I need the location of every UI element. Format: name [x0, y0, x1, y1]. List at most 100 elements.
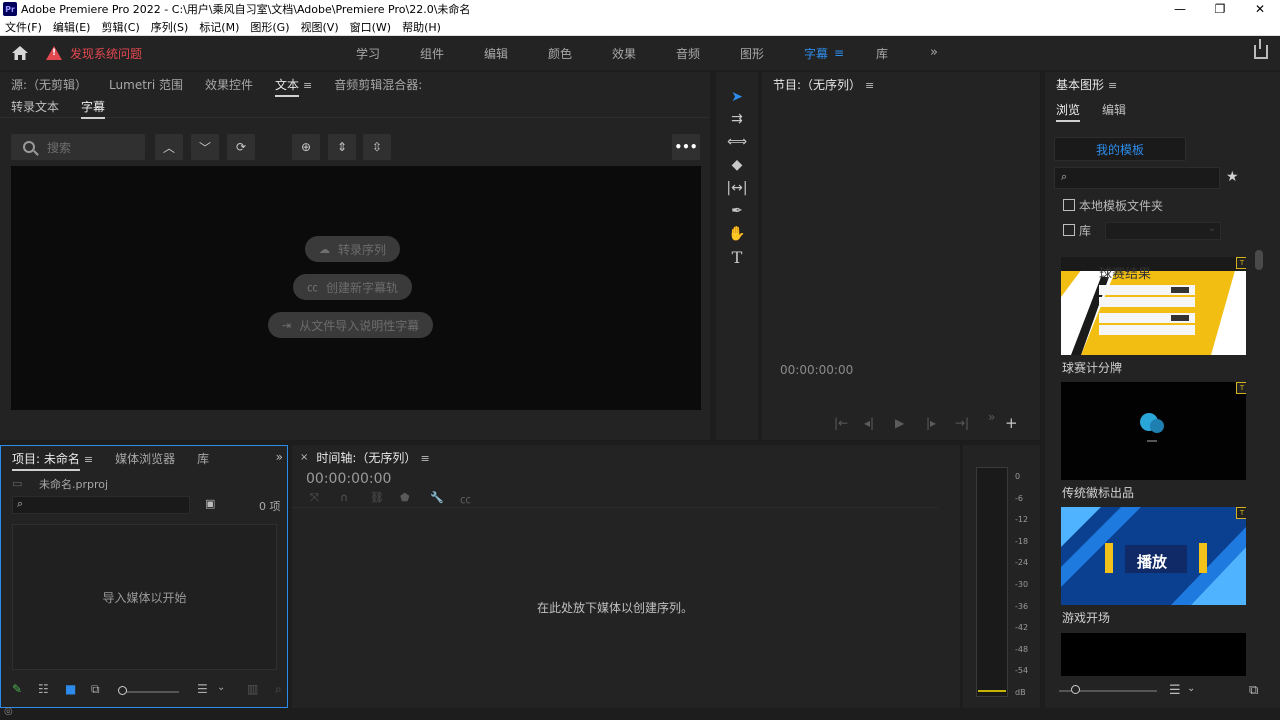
tab-project[interactable]: 项目: 未命名 ≡ [1, 450, 104, 471]
go-to-out-button[interactable]: →| [955, 416, 969, 430]
caption-search-input[interactable]: 搜索 [11, 134, 145, 160]
tab-source[interactable]: 源:（无剪辑） [0, 76, 98, 93]
workspace-more-button[interactable]: » [930, 45, 938, 60]
favorites-star-icon[interactable]: ★ [1226, 169, 1239, 185]
subtab-transcript[interactable]: 转录文本 [0, 98, 70, 115]
subtab-captions[interactable]: 字幕 [70, 98, 116, 119]
tab-timeline[interactable]: 时间轴:（无序列） ≡ [314, 449, 440, 466]
project-drop-area[interactable]: 导入媒体以开始 [12, 524, 277, 670]
ws-tab-assembly[interactable]: 组件 [400, 45, 464, 62]
subtab-edit[interactable]: 编辑 [1091, 101, 1137, 118]
ws-tab-effects[interactable]: 效果 [592, 45, 656, 62]
split-caption-button[interactable]: ⇕ [328, 134, 356, 160]
button-editor[interactable]: + [1005, 414, 1018, 432]
chevron-down-icon[interactable]: ⌄ [1187, 683, 1195, 694]
panel-menu-icon[interactable]: ≡ [865, 79, 874, 92]
step-forward-button[interactable]: |▸ [926, 416, 936, 430]
ws-tab-libraries[interactable]: 库 [850, 45, 914, 62]
freeform-view-icon[interactable]: ⧉ [91, 682, 100, 697]
menu-clip[interactable]: 剪辑(C) [96, 19, 145, 35]
timeline-drop-area[interactable]: 在此处放下媒体以创建序列。 [292, 507, 938, 707]
template-search-input[interactable]: ⌕ [1054, 167, 1220, 189]
template-thumb-logo[interactable]: T [1061, 382, 1246, 480]
pencil-icon[interactable]: ✎ [12, 682, 22, 696]
create-caption-track-button[interactable]: ㏄ 创建新字幕轨 [293, 274, 413, 300]
ws-tab-graphics[interactable]: 图形 [720, 45, 784, 62]
ripple-edit-tool[interactable]: ⟺ [726, 131, 748, 153]
sort-icon[interactable]: ☰ [1169, 683, 1181, 698]
add-caption-button[interactable]: ⊕ [292, 134, 320, 160]
tab-libraries[interactable]: 库 [186, 450, 220, 467]
slip-tool[interactable]: |↔| [726, 177, 748, 199]
ws-tab-audio[interactable]: 音频 [656, 45, 720, 62]
ws-tab-learn[interactable]: 学习 [336, 45, 400, 62]
chevron-down-icon[interactable]: ⌄ [217, 682, 225, 693]
panel-menu-icon[interactable]: ≡ [420, 452, 429, 465]
subtab-browse[interactable]: 浏览 [1045, 101, 1091, 122]
menu-window[interactable]: 窗口(W) [345, 19, 397, 35]
template-thumb-scoreboard[interactable]: 球赛结果 T [1061, 257, 1246, 355]
menu-file[interactable]: 文件(F) [0, 19, 48, 35]
panel-menu-icon[interactable]: ≡ [84, 453, 93, 466]
tab-text[interactable]: 文本 ≡ [264, 76, 323, 97]
home-button[interactable] [0, 36, 40, 70]
nest-icon[interactable]: ⤧ [310, 491, 319, 505]
close-button[interactable]: ✕ [1240, 0, 1280, 18]
track-select-tool[interactable]: ⇉ [726, 108, 748, 130]
import-captions-button[interactable]: ⇥ 从文件导入说明性字幕 [268, 312, 434, 338]
icon-view-icon[interactable]: ■ [65, 682, 76, 696]
sort-icon[interactable]: ☰ [197, 682, 208, 696]
share-icon[interactable] [1254, 39, 1268, 59]
previous-caption-button[interactable]: ︿ [155, 134, 183, 160]
new-search-bin-icon[interactable]: ▣ [205, 497, 215, 510]
more-options-button[interactable]: ••• [672, 134, 700, 160]
tab-audio-clip-mixer[interactable]: 音频剪辑混合器: [323, 76, 433, 93]
chevron-double-right-icon[interactable]: » [276, 450, 283, 464]
ws-tab-editing[interactable]: 编辑 [464, 45, 528, 62]
razor-tool[interactable]: ◆ [726, 154, 748, 176]
zoom-slider-handle[interactable] [118, 686, 127, 695]
template-list-scrollbar[interactable] [1255, 250, 1263, 270]
replace-button[interactable]: ⟳ [227, 134, 255, 160]
linked-selection-icon[interactable]: ⛓ [370, 491, 384, 504]
type-tool[interactable]: T [726, 246, 748, 268]
library-select[interactable]: ⌄ [1105, 222, 1221, 240]
tab-lumetri-scopes[interactable]: Lumetri 范围 [98, 76, 194, 93]
new-layer-icon[interactable]: ⧉ [1249, 683, 1258, 698]
list-view-icon[interactable]: ☷ [38, 682, 49, 696]
step-back-button[interactable]: ◂| [864, 416, 874, 430]
project-search-input[interactable]: ⌕ [12, 496, 190, 514]
workspace-menu-icon[interactable]: ≡ [834, 46, 844, 60]
menu-sequence[interactable]: 序列(S) [146, 19, 195, 35]
template-thumb-game[interactable]: 播放 T [1061, 507, 1246, 605]
panel-menu-icon[interactable]: ≡ [303, 79, 312, 92]
merge-caption-button[interactable]: ⇳ [363, 134, 391, 160]
menu-edit[interactable]: 编辑(E) [48, 19, 97, 35]
next-caption-button[interactable]: ﹀ [191, 134, 219, 160]
restore-button[interactable]: ❐ [1200, 0, 1240, 18]
marker-icon[interactable]: ⬟ [400, 491, 410, 504]
captions-icon[interactable]: ㏄ [460, 491, 471, 507]
library-checkbox[interactable] [1063, 224, 1075, 236]
tab-program[interactable]: 节目:（无序列） ≡ [762, 76, 885, 93]
timeline-timecode[interactable]: 00:00:00:00 [306, 471, 391, 487]
local-folder-checkbox[interactable] [1063, 199, 1075, 211]
minimize-button[interactable]: — [1160, 0, 1200, 18]
program-timecode[interactable]: 00:00:00:00 [780, 363, 853, 377]
automate-to-sequence-icon[interactable]: ▥ [247, 682, 258, 696]
close-tab-icon[interactable]: × [292, 452, 314, 463]
zoom-slider[interactable] [121, 691, 179, 693]
menu-help[interactable]: 帮助(H) [397, 19, 447, 35]
panel-menu-icon[interactable]: ≡ [1108, 79, 1117, 92]
slider-handle[interactable] [1071, 685, 1080, 694]
pen-tool[interactable]: ✒ [726, 200, 748, 222]
snap-icon[interactable]: ∩ [340, 491, 348, 504]
my-templates-button[interactable]: 我的模板 [1054, 137, 1186, 161]
find-icon[interactable]: ⌕ [275, 682, 282, 697]
go-to-in-button[interactable]: |← [834, 416, 848, 430]
template-thumb-4[interactable] [1061, 633, 1246, 676]
tab-media-browser[interactable]: 媒体浏览器 [104, 450, 186, 467]
tab-effect-controls[interactable]: 效果控件 [194, 76, 264, 93]
ws-tab-color[interactable]: 颜色 [528, 45, 592, 62]
menu-view[interactable]: 视图(V) [296, 19, 345, 35]
